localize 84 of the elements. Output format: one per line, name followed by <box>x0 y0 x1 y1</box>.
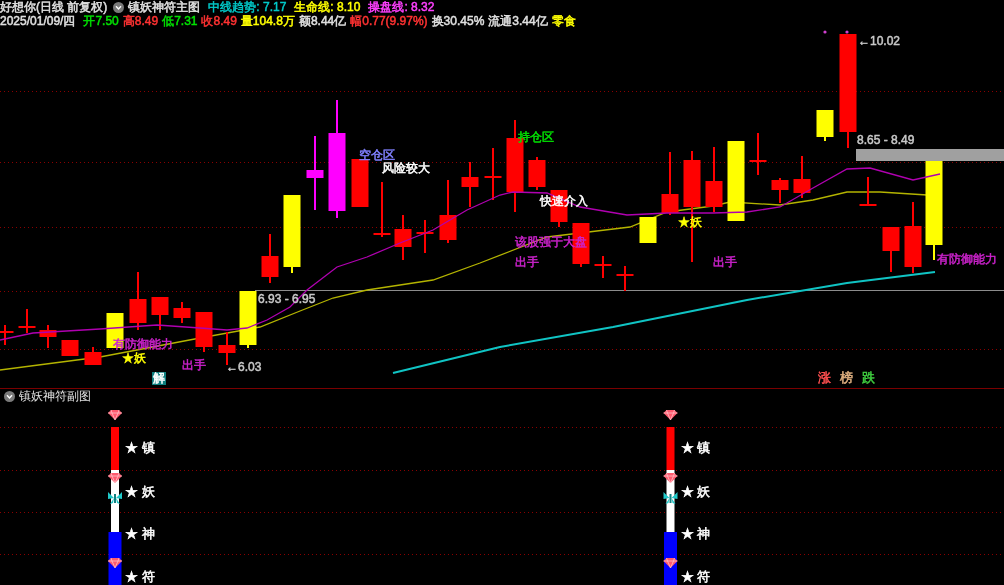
candlestick <box>373 182 391 237</box>
chart-annotation: 空仓区 <box>359 149 395 162</box>
candlestick <box>106 313 124 348</box>
signal-marker: ★ 神 <box>125 527 155 541</box>
candlestick <box>816 110 834 141</box>
chart-annotation: 出手 <box>515 256 539 269</box>
chart-annotation: 有防御能力 <box>937 253 997 266</box>
candlestick <box>61 340 79 356</box>
price-label: ←6.03 <box>226 361 262 374</box>
candlestick <box>39 325 57 348</box>
quote-date: 2025/01/09/四 <box>0 14 76 28</box>
chart-annotation: ★妖 <box>122 352 146 365</box>
rank-tag[interactable]: 跌 <box>862 371 875 385</box>
candlestick <box>904 202 922 273</box>
candlestick <box>18 309 36 333</box>
quote-field: 换30.45% <box>431 14 485 28</box>
security-name: 好想你(日线 前复权) <box>0 0 108 14</box>
chevron-circle-icon[interactable] <box>113 1 125 13</box>
candlestick <box>416 220 434 253</box>
candlestick <box>351 159 369 207</box>
candlestick <box>0 325 14 345</box>
rank-tag[interactable]: 榜 <box>840 371 853 385</box>
candlestick <box>484 148 502 200</box>
candlestick <box>616 266 634 291</box>
candlestick <box>528 157 546 190</box>
quote-field: 低7.31 <box>162 14 198 28</box>
quote-field: 流通3.44亿 <box>488 14 548 28</box>
gem-icon <box>663 557 678 569</box>
indicator-value: 中线趋势: 7.17 <box>208 0 287 14</box>
candlestick <box>129 272 147 330</box>
signal-marker: ★ 妖 <box>125 485 155 499</box>
indicator-value: 操盘线: 8.32 <box>368 0 435 14</box>
butterfly-icon <box>108 492 122 504</box>
candlestick <box>639 217 657 243</box>
indicator-title: 镇妖神符副图 <box>19 389 91 403</box>
signal-marker: ★ 镇 <box>680 441 711 455</box>
signal-marker: ★ 符 <box>680 570 711 584</box>
quote-field: 幅0.77(9.97%) <box>350 14 428 28</box>
candlestick <box>84 347 102 365</box>
candlestick <box>239 291 257 348</box>
chart-annotation: 出手 <box>182 359 206 372</box>
candlestick <box>195 312 213 352</box>
chart-annotation: 出手 <box>713 256 737 269</box>
candlestick <box>661 152 679 215</box>
chart-annotation: 风险较大 <box>382 162 430 175</box>
candlestick <box>151 297 169 330</box>
candlestick <box>749 133 767 175</box>
candlestick <box>173 302 191 323</box>
price-label: 8.65 - 8.49 <box>857 134 915 147</box>
candlestick <box>394 215 412 260</box>
quote-field: 开7.50 <box>83 14 119 28</box>
candlestick <box>793 156 811 198</box>
signal-marker: ★ 妖 <box>680 485 711 499</box>
candlestick <box>594 256 612 278</box>
candlestick <box>882 227 900 272</box>
price-label: ←10.02 <box>858 35 901 48</box>
gem-icon <box>663 472 678 484</box>
marker-icon <box>845 30 849 34</box>
gem-icon <box>107 557 123 569</box>
gem-icon <box>663 409 678 421</box>
chart-annotation: 持仓区 <box>518 131 554 144</box>
candlestick <box>439 180 457 243</box>
candlestick <box>771 178 789 203</box>
marker-icon <box>823 30 827 34</box>
candlestick <box>261 234 279 283</box>
signal-marker: ★ 神 <box>680 527 711 541</box>
candlestick <box>859 177 877 206</box>
indicator-value: 生命线: 8.10 <box>294 0 361 14</box>
signal-marker: ★ 符 <box>125 570 155 584</box>
butterfly-icon <box>663 492 678 504</box>
quote-field: 零食 <box>551 14 576 28</box>
quote-field: 收8.49 <box>201 14 237 28</box>
chevron-circle-icon[interactable] <box>4 390 15 402</box>
indicator-title: 镇妖神符主图 <box>128 0 201 14</box>
candlestick <box>461 162 479 207</box>
quote-field: 量104.8万 <box>240 14 295 28</box>
signal-marker: ★ 镇 <box>125 441 155 455</box>
quote-field: 额8.44亿 <box>298 14 347 28</box>
gem-icon <box>107 472 123 484</box>
signal-tag: 解 <box>152 372 166 385</box>
gem-icon <box>107 409 123 421</box>
quote-field: 高8.49 <box>122 14 159 28</box>
rank-tag[interactable]: 涨 <box>818 371 831 385</box>
candlestick <box>705 147 723 212</box>
